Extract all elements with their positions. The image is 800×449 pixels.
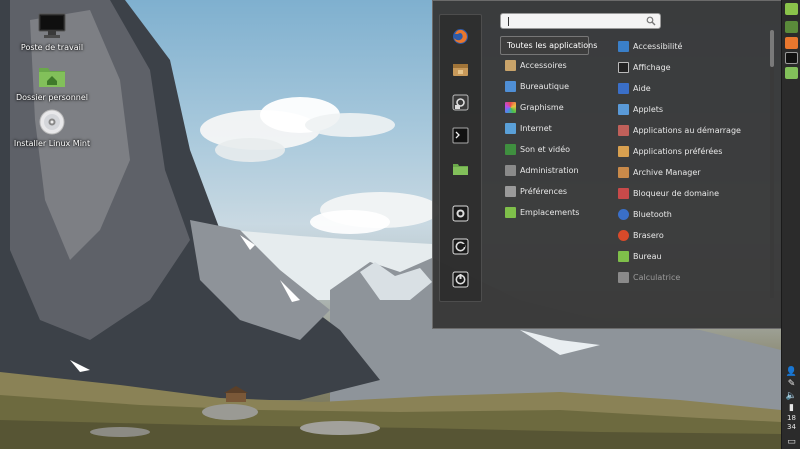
lock-screen-icon[interactable] (452, 205, 469, 222)
category-graphics[interactable]: Graphisme (503, 99, 608, 117)
category-accessories[interactable]: Accessoires (503, 57, 608, 75)
app-startup-applications[interactable]: Applications au démarrage (616, 122, 766, 140)
app-domain-blocker[interactable]: Bloqueur de domaine (616, 185, 766, 203)
preferred-apps-icon (618, 146, 629, 157)
category-internet[interactable]: Internet (503, 120, 608, 138)
app-label: Calculatrice (633, 273, 681, 282)
app-label: Affichage (633, 63, 671, 72)
archive-icon (618, 167, 629, 178)
category-label: Graphisme (520, 103, 564, 112)
user-icon[interactable]: 👤 (782, 367, 800, 378)
app-label: Archive Manager (633, 168, 701, 177)
search-input[interactable] (500, 13, 661, 29)
startup-icon (618, 125, 629, 136)
folder-icon (505, 207, 516, 218)
app-label: Bloqueur de domaine (633, 189, 720, 198)
category-places[interactable]: Emplacements (503, 204, 608, 222)
desktop-icon-label: Poste de travail (20, 43, 84, 52)
computer-icon (37, 12, 67, 40)
menu-button-icon[interactable] (785, 3, 798, 15)
category-label: Son et vidéo (520, 145, 571, 154)
desktop-icon-home-folder[interactable]: Dossier personnel (12, 62, 92, 102)
battery-icon[interactable]: ▮ (782, 403, 800, 414)
app-archive-manager[interactable]: Archive Manager (616, 164, 766, 182)
app-bluetooth[interactable]: Bluetooth (616, 206, 766, 224)
category-label: Accessoires (520, 61, 567, 70)
calculator-icon (618, 272, 629, 283)
app-label: Applications au démarrage (633, 126, 741, 135)
display-icon (618, 62, 629, 73)
app-help[interactable]: Aide (616, 80, 766, 98)
show-desktop-icon[interactable] (785, 21, 798, 33)
search-icon (646, 16, 656, 26)
domain-blocker-icon (618, 188, 629, 199)
files-icon[interactable] (452, 160, 469, 177)
desktop-icon-computer[interactable]: Poste de travail (12, 12, 92, 52)
system-settings-icon[interactable] (452, 94, 469, 111)
category-administration[interactable]: Administration (503, 162, 608, 180)
category-label: Toutes les applications (507, 41, 598, 50)
clock-minute: 34 (787, 423, 796, 431)
internet-icon (505, 123, 516, 134)
notifications-icon[interactable]: ▭ (782, 437, 800, 448)
administration-icon (505, 165, 516, 176)
app-label: Brasero (633, 231, 664, 240)
vertical-panel: 👤 ✎ 🔈 ▮ 18 34 ▭ (781, 0, 800, 449)
app-brasero[interactable]: Brasero (616, 227, 766, 245)
app-label: Applets (633, 105, 664, 114)
office-icon (505, 81, 516, 92)
disc-icon (37, 108, 67, 136)
accessories-icon (505, 60, 516, 71)
firefox-launcher-icon[interactable] (785, 37, 798, 49)
files-launcher-icon[interactable] (785, 67, 798, 79)
category-label: Préférences (520, 187, 568, 196)
logout-icon[interactable] (452, 238, 469, 255)
desktop-icon-label: Installer Linux Mint (13, 139, 91, 148)
app-label: Bluetooth (633, 210, 672, 219)
multimedia-icon (505, 144, 516, 155)
app-accessibility[interactable]: Accessibilité (616, 38, 766, 56)
app-display[interactable]: Affichage (616, 59, 766, 77)
software-manager-icon[interactable] (452, 61, 469, 78)
app-applets[interactable]: Applets (616, 101, 766, 119)
app-label: Accessibilité (633, 42, 683, 51)
help-icon (618, 83, 629, 94)
app-label: Bureau (633, 252, 662, 261)
terminal-launcher-icon[interactable] (785, 52, 798, 64)
category-label: Emplacements (520, 208, 580, 217)
desktop-icon-install[interactable]: Installer Linux Mint (12, 108, 92, 148)
app-desktop[interactable]: Bureau (616, 248, 766, 266)
home-folder-icon (37, 62, 67, 90)
brasero-icon (618, 230, 629, 241)
volume-icon[interactable]: 🔈 (782, 391, 800, 402)
accessibility-icon (618, 41, 629, 52)
clock-hour: 18 (787, 414, 796, 422)
category-label: Administration (520, 166, 579, 175)
app-preferred-applications[interactable]: Applications préférées (616, 143, 766, 161)
terminal-icon[interactable] (452, 127, 469, 144)
category-sound-video[interactable]: Son et vidéo (503, 141, 608, 159)
scrollbar-thumb[interactable] (770, 30, 774, 67)
bluetooth-icon (618, 209, 629, 220)
app-label: Aide (633, 84, 651, 93)
firefox-icon[interactable] (452, 28, 469, 45)
preferences-icon (505, 186, 516, 197)
applets-icon (618, 104, 629, 115)
desktop-folder-icon (618, 251, 629, 262)
pen-icon[interactable]: ✎ (782, 379, 800, 390)
favorites-sidebar (439, 14, 482, 302)
category-label: Internet (520, 124, 552, 133)
app-label: Applications préférées (633, 147, 723, 156)
category-preferences[interactable]: Préférences (503, 183, 608, 201)
app-calculator[interactable]: Calculatrice (616, 269, 766, 287)
text-caret (508, 17, 509, 26)
graphics-icon (505, 102, 516, 113)
app-list-scrollbar[interactable] (770, 30, 774, 298)
shutdown-icon[interactable] (452, 271, 469, 288)
clock[interactable]: 18 34 (782, 414, 800, 432)
category-office[interactable]: Bureautique (503, 78, 608, 96)
category-all-applications[interactable]: Toutes les applications (500, 36, 597, 55)
desktop-icon-label: Dossier personnel (15, 93, 88, 102)
category-label: Bureautique (520, 82, 569, 91)
